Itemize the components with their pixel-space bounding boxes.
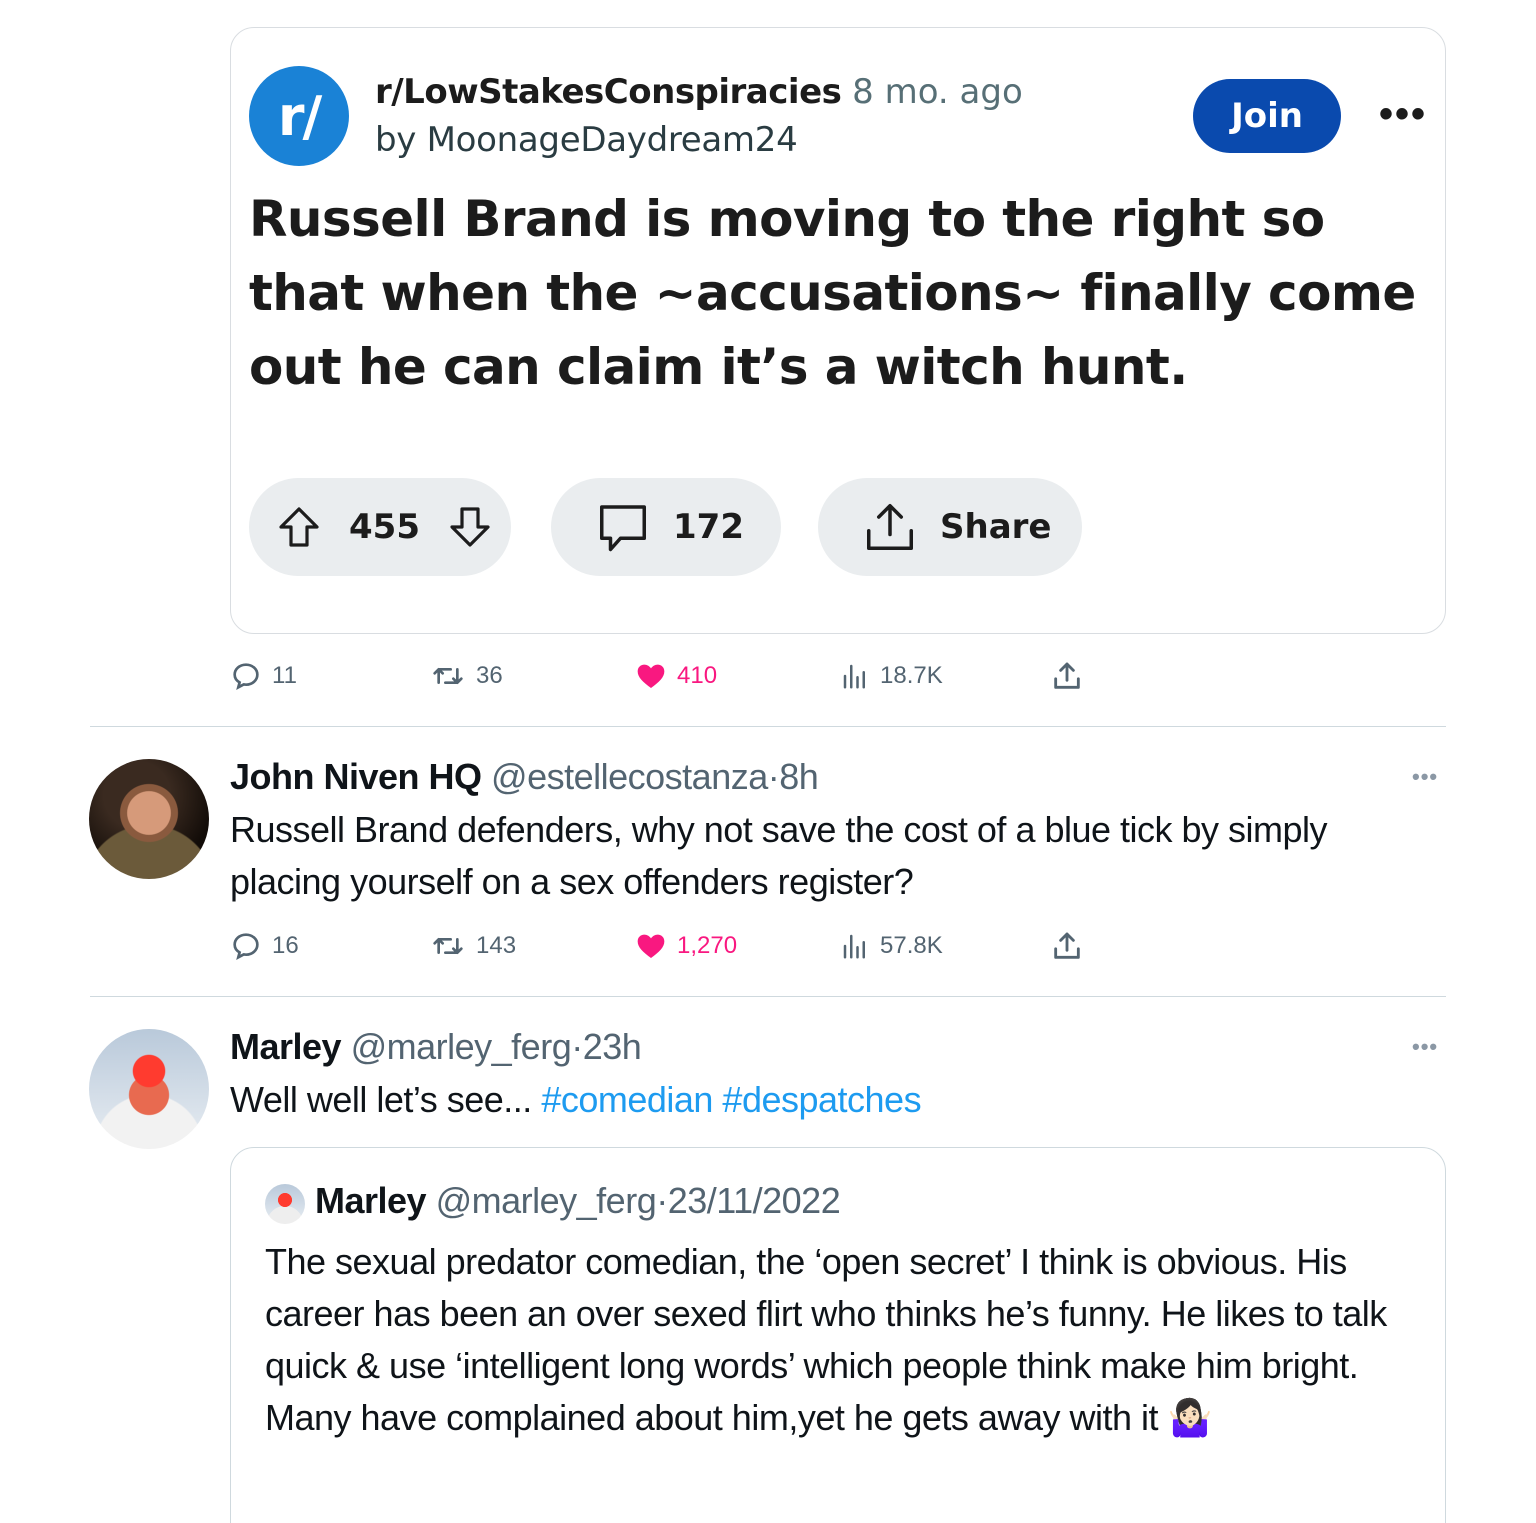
retweet-button[interactable]: 36	[430, 656, 503, 696]
tweet-body: Well well let’s see...	[230, 1079, 532, 1120]
like-count: 410	[677, 662, 718, 689]
view-count: 57.8K	[880, 932, 943, 959]
views-button[interactable]: 57.8K	[840, 926, 943, 966]
post-age: 8 mo. ago	[852, 72, 1023, 112]
tweet-time[interactable]: 8h	[779, 756, 819, 797]
post-author[interactable]: by MoonageDaydream24	[375, 120, 798, 160]
display-name: Marley	[315, 1180, 427, 1221]
avatar[interactable]	[89, 759, 209, 879]
retweet-button[interactable]: 143	[430, 926, 516, 966]
share-button[interactable]	[1050, 926, 1094, 966]
avatar[interactable]	[89, 1029, 209, 1149]
comments-button[interactable]: 172	[551, 478, 781, 576]
quote-header: Marley @marley_ferg·23/11/2022	[315, 1180, 841, 1222]
subreddit-line: r/LowStakesConspiracies 8 mo. ago	[375, 72, 1023, 112]
tweet-text: Russell Brand defenders, why not save th…	[230, 809, 1328, 902]
separator-dot: ·	[767, 756, 780, 797]
retweet-count: 36	[476, 662, 503, 689]
quote-text: The sexual predator comedian, the ‘open …	[265, 1241, 1387, 1438]
views-button[interactable]: 18.7K	[840, 656, 943, 696]
retweet-count: 143	[476, 932, 517, 959]
reply-button[interactable]: 16	[230, 926, 299, 966]
share-icon	[1054, 932, 1080, 959]
retweet-icon	[433, 938, 463, 954]
downvote-icon[interactable]	[446, 503, 494, 551]
comment-icon	[233, 663, 259, 690]
more-icon[interactable]: •••	[1412, 1034, 1438, 1060]
views-icon	[843, 934, 865, 959]
comments-count: 172	[673, 507, 744, 547]
tweet2-header: John Niven HQ @estellecostanza·8h	[230, 756, 819, 798]
reddit-post-card[interactable]: r/ r/LowStakesConspiracies 8 mo. ago by …	[230, 27, 1446, 634]
reply-count: 11	[272, 662, 297, 689]
reddit-comment-icon	[600, 505, 646, 552]
separator-dot: ·	[656, 1180, 668, 1221]
share-label: Share	[940, 507, 1052, 547]
like-button[interactable]: 1,270	[635, 926, 737, 966]
more-icon[interactable]: •••	[1412, 764, 1438, 790]
reddit-share-icon	[867, 504, 913, 550]
upvote-icon[interactable]	[275, 503, 323, 551]
reddit-share-button[interactable]: Share	[818, 478, 1082, 576]
display-name[interactable]: Marley	[230, 1026, 342, 1067]
subreddit-name[interactable]: r/LowStakesConspiracies	[375, 72, 842, 112]
vote-pill: 455	[249, 478, 511, 576]
user-handle: @marley_ferg	[435, 1180, 657, 1221]
like-button[interactable]: 410	[635, 656, 717, 696]
join-button[interactable]: Join	[1193, 79, 1341, 153]
share-button[interactable]	[1050, 656, 1094, 696]
reply-button[interactable]: 11	[230, 656, 297, 696]
tweet-divider	[90, 726, 1446, 727]
tweet-time[interactable]: 23h	[583, 1026, 642, 1067]
views-icon	[843, 664, 865, 689]
heart-icon	[637, 664, 665, 688]
tweet-divider	[90, 996, 1446, 997]
avatar	[265, 1184, 305, 1224]
separator-dot: ·	[571, 1026, 583, 1067]
share-icon	[1054, 662, 1080, 689]
retweet-icon	[433, 668, 463, 684]
view-count: 18.7K	[880, 662, 943, 689]
user-handle[interactable]: @marley_ferg	[351, 1026, 572, 1067]
quoted-tweet[interactable]: Marley @marley_ferg·23/11/2022 The sexua…	[230, 1147, 1446, 1523]
post-title[interactable]: Russell Brand is moving to the right so …	[249, 182, 1419, 404]
comment-icon	[233, 933, 259, 960]
more-options-icon[interactable]: •••	[1379, 94, 1427, 134]
tweet-text: Well well let’s see... #comedian #despat…	[230, 1074, 1445, 1126]
tweet3-header: Marley @marley_ferg·23h	[230, 1026, 642, 1068]
hashtag-links[interactable]: #comedian #despatches	[541, 1079, 921, 1120]
tweet2-actions: 16 143 1,270 57.8K	[230, 926, 1110, 966]
tweet1-actions: 11 36 410 18.7K	[230, 656, 1110, 696]
subreddit-avatar[interactable]: r/	[249, 66, 349, 166]
heart-icon	[637, 934, 665, 958]
reply-count: 16	[272, 932, 299, 959]
vote-count: 455	[349, 507, 420, 547]
like-count: 1,270	[677, 932, 738, 959]
display-name[interactable]: John Niven HQ	[230, 756, 482, 797]
user-handle[interactable]: @estellecostanza	[491, 756, 768, 797]
quote-date: 23/11/2022	[667, 1180, 841, 1221]
